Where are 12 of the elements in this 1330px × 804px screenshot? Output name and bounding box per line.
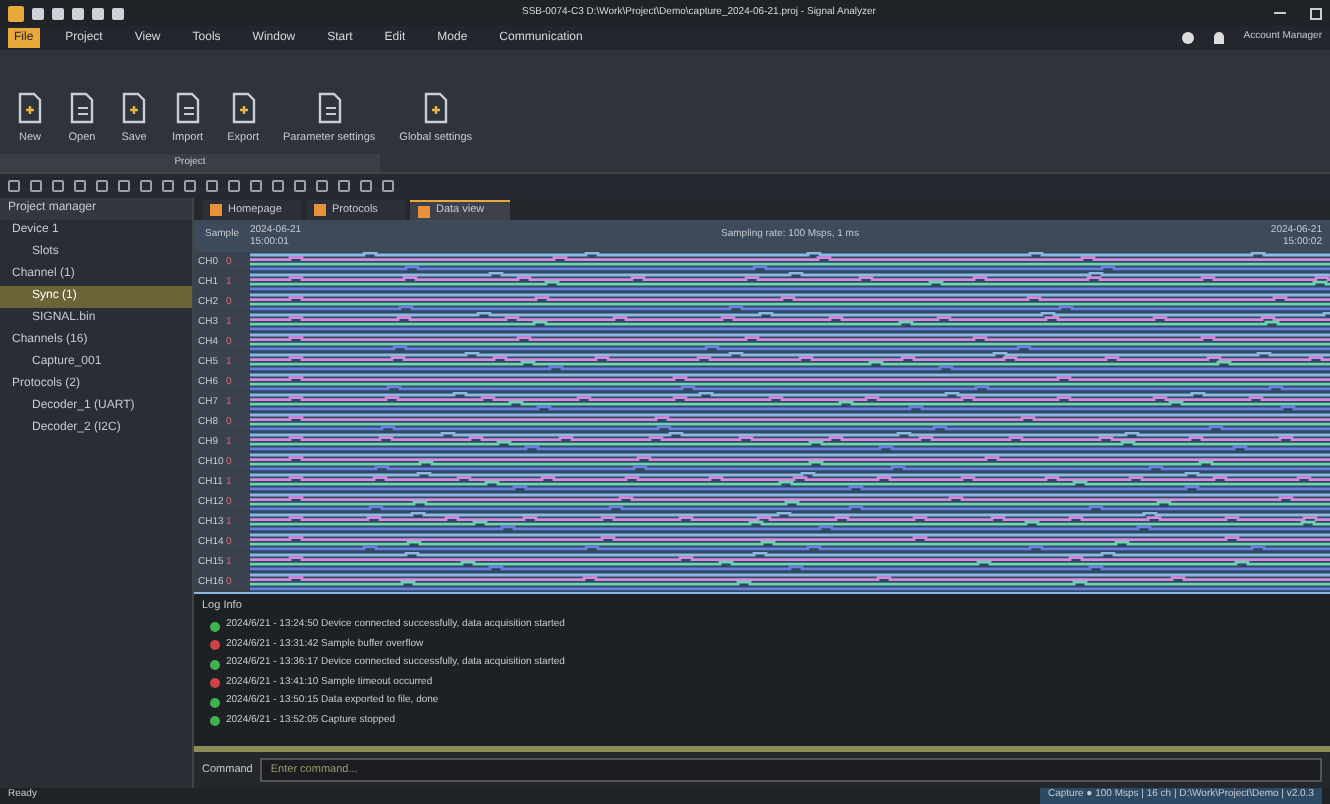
app-logo-icon xyxy=(8,5,24,21)
document-icon xyxy=(68,91,96,124)
tab-icon xyxy=(210,204,222,216)
document-icon xyxy=(421,91,450,124)
document-icon xyxy=(173,91,202,124)
document-icon xyxy=(229,91,258,124)
document-icon xyxy=(16,91,44,124)
maximize-icon[interactable] xyxy=(1310,7,1322,19)
document-icon xyxy=(120,91,148,124)
tab-icon xyxy=(418,205,430,217)
document-icon xyxy=(315,91,344,124)
tab-icon xyxy=(314,204,326,216)
